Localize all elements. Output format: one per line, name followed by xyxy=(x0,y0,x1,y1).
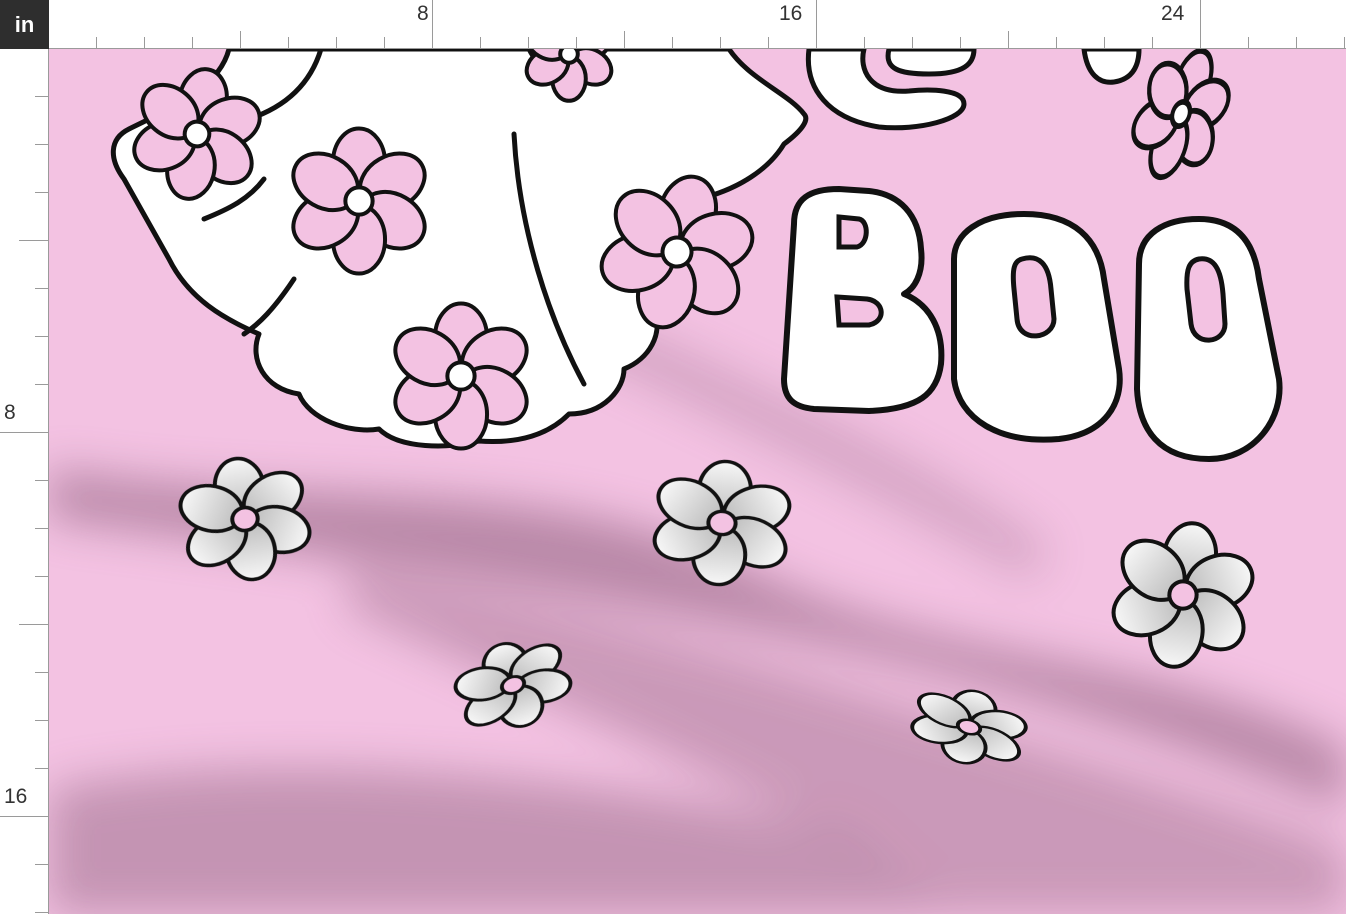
ruler-tick xyxy=(960,37,961,49)
ruler-tick xyxy=(1056,37,1057,49)
ruler-tick xyxy=(35,672,49,673)
left-ruler: 8 16 xyxy=(0,49,49,914)
ruler-tick xyxy=(19,240,49,241)
ruler-tick xyxy=(768,37,769,49)
ruler-tick xyxy=(35,768,49,769)
ruler-tick xyxy=(528,37,529,49)
ruler-tick xyxy=(432,0,433,49)
ruler-tick xyxy=(35,96,49,97)
ruler-tick xyxy=(35,144,49,145)
top-ruler-label: 16 xyxy=(779,2,803,25)
left-ruler-label: 16 xyxy=(4,785,28,808)
ruler-tick xyxy=(288,37,289,49)
ruler-tick xyxy=(35,288,49,289)
ruler-tick xyxy=(35,480,49,481)
ruler-tick xyxy=(144,37,145,49)
ruler-tick xyxy=(35,384,49,385)
ruler-tick xyxy=(720,37,721,49)
ruler-tick xyxy=(0,816,49,817)
ruler-tick xyxy=(336,37,337,49)
ruler-tick xyxy=(672,37,673,49)
ruler-tick xyxy=(1344,37,1345,49)
ruler-tick xyxy=(1248,37,1249,49)
ruler-tick xyxy=(912,37,913,49)
unit-text: in xyxy=(14,11,35,37)
ruler-tick xyxy=(35,864,49,865)
fabric-preview xyxy=(49,49,1346,914)
top-ruler: 8 16 24 xyxy=(49,0,1346,49)
ruler-tick xyxy=(480,37,481,49)
ruler-tick xyxy=(35,720,49,721)
ruler-tick xyxy=(864,37,865,49)
top-ruler-label: 24 xyxy=(1161,2,1185,25)
ruler-tick xyxy=(1296,37,1297,49)
ruler-tick xyxy=(1152,37,1153,49)
top-ruler-label: 8 xyxy=(417,2,429,25)
ruler-tick xyxy=(35,912,49,913)
ruler-tick xyxy=(240,31,241,49)
ruler-tick xyxy=(384,37,385,49)
ruler-tick xyxy=(192,37,193,49)
ruler-tick xyxy=(816,0,817,49)
ruler-tick xyxy=(96,37,97,49)
ruler-tick xyxy=(1008,31,1009,49)
ruler-tick xyxy=(35,576,49,577)
ruler-tick xyxy=(0,432,49,433)
ruler-tick xyxy=(19,624,49,625)
ruler-tick xyxy=(35,528,49,529)
ruler-tick xyxy=(624,31,625,49)
ruler-tick xyxy=(1104,37,1105,49)
ruler-unit-label: in xyxy=(0,0,49,49)
ruler-tick xyxy=(35,192,49,193)
left-ruler-label: 8 xyxy=(4,401,16,424)
ruler-tick xyxy=(35,336,49,337)
ruler-tick xyxy=(1200,0,1201,49)
ruler-tick xyxy=(576,37,577,49)
